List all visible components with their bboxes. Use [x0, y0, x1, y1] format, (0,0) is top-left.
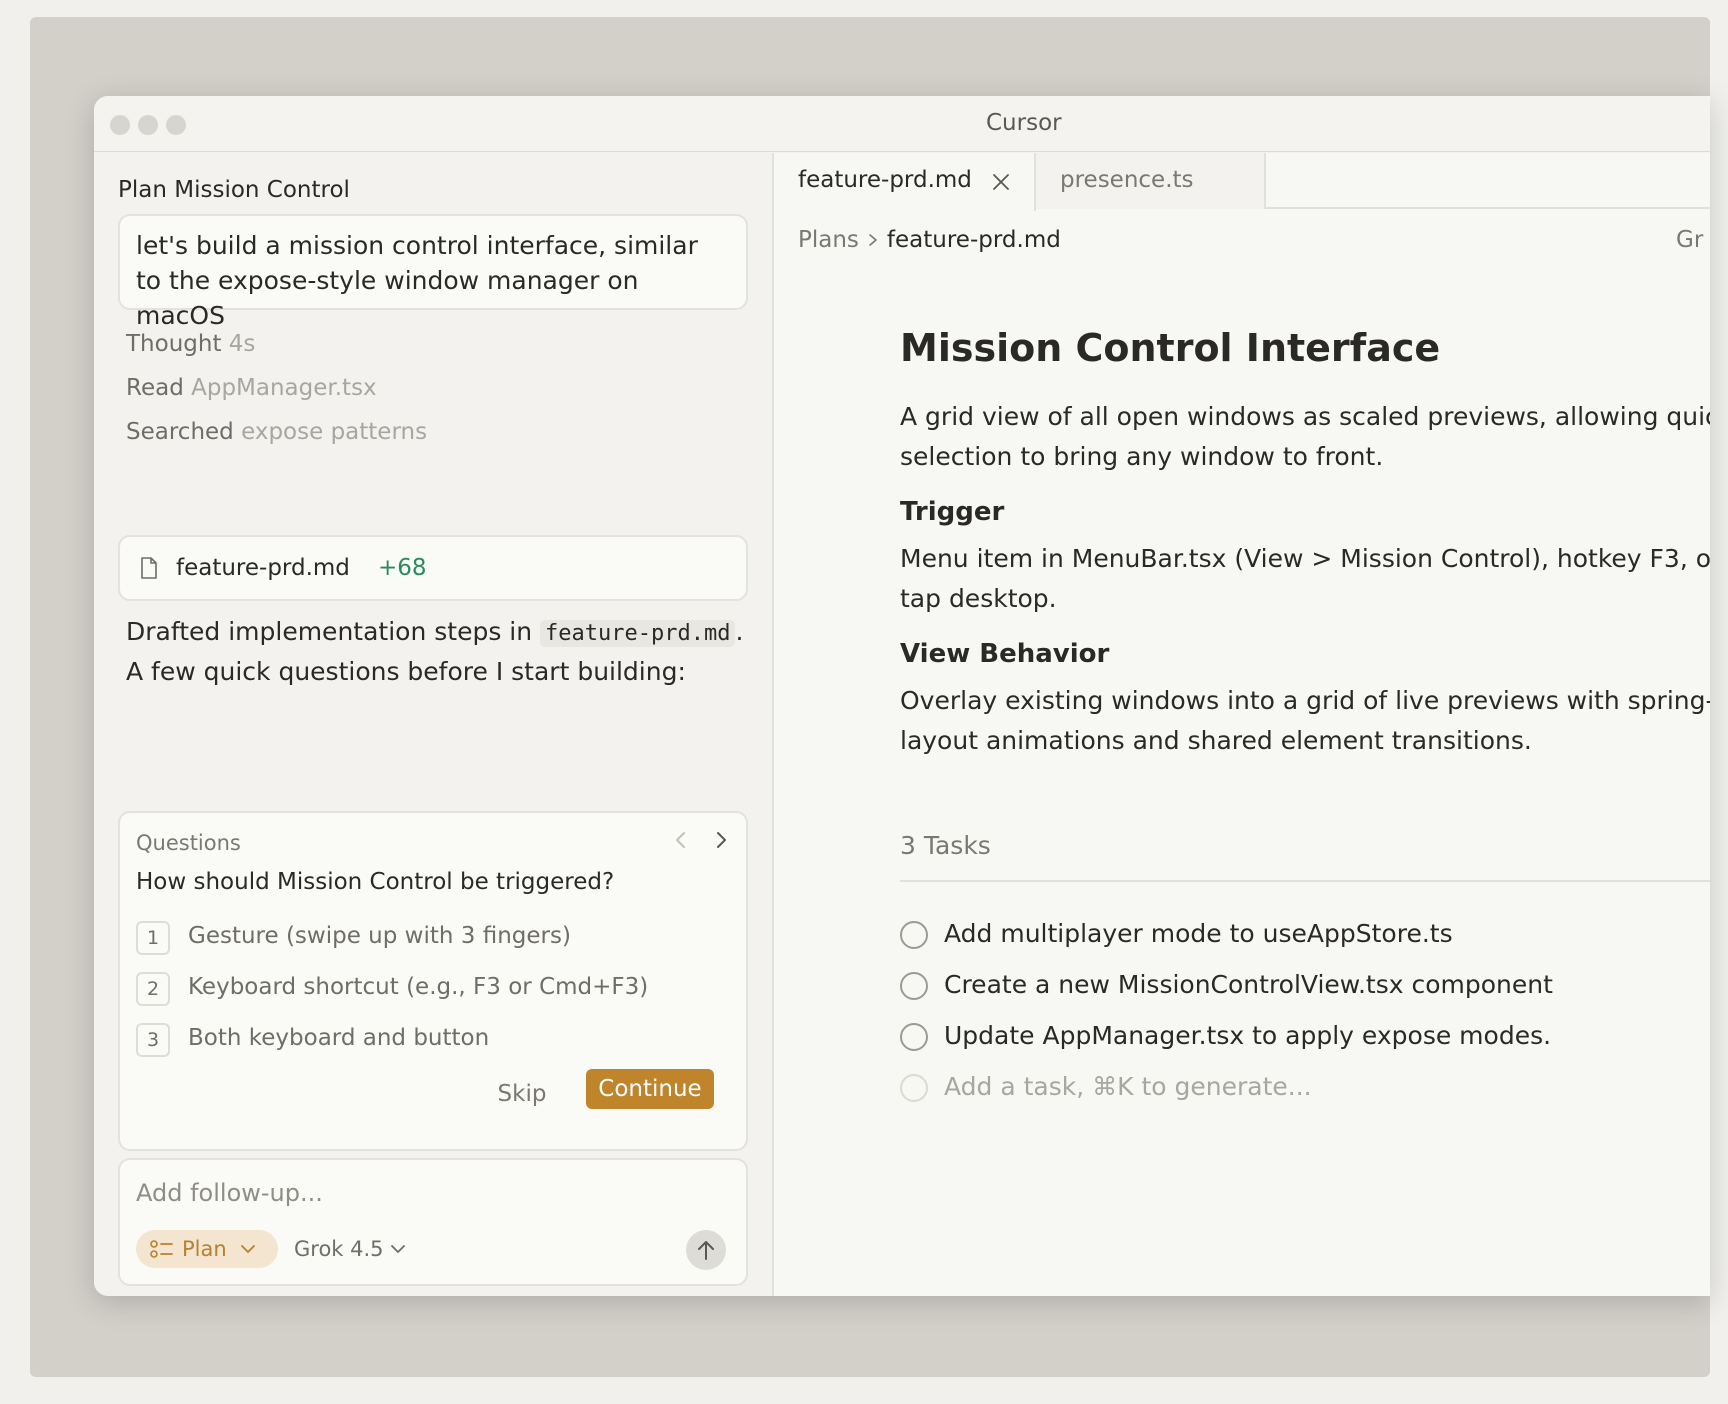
- window-minimize-control[interactable]: [138, 115, 158, 135]
- followup-input[interactable]: [136, 1176, 696, 1210]
- response-text-before: Drafted implementation steps in: [126, 617, 541, 646]
- questions-card: Questions How should Mission Control be …: [118, 811, 748, 1151]
- model-selector[interactable]: Grok 4.5: [294, 1230, 424, 1268]
- model-label: Grok 4.5: [294, 1237, 384, 1261]
- doc-section-body: Menu item in MenuBar.tsx (View > Mission…: [900, 544, 1710, 613]
- chevron-right-icon: [867, 233, 879, 247]
- app-window: Cursor Plan Mission Control let's build …: [94, 96, 1710, 1296]
- activity-verb: Thought: [126, 331, 222, 357]
- breadcrumb: Plans feature-prd.md: [798, 227, 1061, 253]
- activity-searched[interactable]: Searched expose patterns: [126, 419, 427, 445]
- chevron-right-icon[interactable]: [708, 827, 734, 853]
- task-checkbox: [900, 1074, 928, 1102]
- activity-thought: Thought 4s: [126, 331, 255, 357]
- questions-label: Questions: [136, 831, 241, 855]
- chevron-down-icon: [390, 1242, 406, 1256]
- option-label: Both keyboard and button: [188, 1025, 490, 1051]
- add-task-input[interactable]: Add a task, ⌘K to generate...: [900, 1072, 1710, 1106]
- breadcrumb-current[interactable]: feature-prd.md: [887, 227, 1061, 253]
- chevron-left-icon[interactable]: [668, 827, 694, 853]
- question-option[interactable]: 3 Both keyboard and button: [136, 1023, 736, 1059]
- option-number: 1: [136, 921, 170, 955]
- add-task-placeholder: Add a task, ⌘K to generate...: [944, 1072, 1312, 1101]
- tasks-count: 3 Tasks: [900, 831, 991, 860]
- composer: Plan Grok 4.5: [118, 1158, 748, 1286]
- doc-section-heading: Trigger: [900, 497, 1005, 527]
- tab-feature-prd[interactable]: feature-prd.md: [774, 153, 1036, 211]
- question-option[interactable]: 1 Gesture (swipe up with 3 fingers): [136, 921, 736, 957]
- chat-title: Plan Mission Control: [118, 177, 350, 203]
- file-chip-name: feature-prd.md: [176, 555, 350, 581]
- doc-section-body: Overlay existing windows into a grid of …: [900, 686, 1710, 755]
- editor-pane: feature-prd.md presence.ts Plans feature-…: [774, 153, 1710, 1296]
- chat-pane: Plan Mission Control let's build a missi…: [94, 153, 772, 1296]
- option-number: 3: [136, 1023, 170, 1057]
- question-option[interactable]: 2 Keyboard shortcut (e.g., F3 or Cmd+F3): [136, 972, 736, 1008]
- window-title: Cursor: [986, 110, 1062, 136]
- file-icon: [140, 557, 158, 579]
- task-label: Create a new MissionControlView.tsx comp…: [944, 970, 1553, 999]
- mode-selector[interactable]: Plan: [136, 1230, 278, 1268]
- option-label: Gesture (swipe up with 3 fingers): [188, 923, 571, 949]
- task-checkbox[interactable]: [900, 972, 928, 1000]
- tab-label: feature-prd.md: [798, 167, 972, 193]
- send-button[interactable]: [686, 1230, 726, 1270]
- breadcrumb-right-text[interactable]: Gr: [1676, 227, 1703, 253]
- task-checkbox[interactable]: [900, 921, 928, 949]
- window-close-control[interactable]: [110, 115, 130, 135]
- continue-button[interactable]: Continue: [586, 1069, 714, 1109]
- activity-verb: Read: [126, 375, 184, 401]
- task-item[interactable]: Add multiplayer mode to useAppStore.ts: [900, 919, 1710, 953]
- activity-verb: Searched: [126, 419, 234, 445]
- editor-tab-bar: feature-prd.md presence.ts: [774, 153, 1710, 211]
- task-checkbox[interactable]: [900, 1023, 928, 1051]
- tab-label: presence.ts: [1060, 167, 1194, 193]
- title-bar: Cursor: [94, 96, 1710, 152]
- question-text: How should Mission Control be triggered?: [136, 869, 615, 895]
- task-label: Update AppManager.tsx to apply expose mo…: [944, 1021, 1552, 1050]
- breadcrumb-root[interactable]: Plans: [798, 227, 859, 253]
- chevron-down-icon: [240, 1242, 256, 1256]
- option-number: 2: [136, 972, 170, 1006]
- mode-label: Plan: [182, 1237, 227, 1261]
- task-item[interactable]: Create a new MissionControlView.tsx comp…: [900, 970, 1710, 1004]
- doc-title: Mission Control Interface: [900, 326, 1441, 370]
- file-chip[interactable]: feature-prd.md +68: [118, 535, 748, 601]
- tasks-divider: [900, 880, 1710, 882]
- plan-list-icon: [150, 1239, 174, 1259]
- activity-detail: expose patterns: [241, 419, 428, 445]
- response-inline-code: feature-prd.md: [540, 620, 736, 647]
- tab-presence[interactable]: presence.ts: [1036, 153, 1266, 209]
- activity-read[interactable]: Read AppManager.tsx: [126, 375, 377, 401]
- window-zoom-control[interactable]: [166, 115, 186, 135]
- activity-detail: AppManager.tsx: [191, 375, 377, 401]
- assistant-response: Drafted implementation steps in feature-…: [126, 613, 746, 691]
- option-label: Keyboard shortcut (e.g., F3 or Cmd+F3): [188, 974, 649, 1000]
- task-item[interactable]: Update AppManager.tsx to apply expose mo…: [900, 1021, 1710, 1055]
- activity-detail: 4s: [228, 331, 256, 357]
- file-chip-diff: +68: [378, 555, 427, 581]
- doc-intro: A grid view of all open windows as scale…: [900, 402, 1710, 471]
- doc-section-heading: View Behavior: [900, 639, 1110, 669]
- user-message[interactable]: let's build a mission control interface,…: [118, 214, 748, 330]
- arrow-up-icon: [696, 1239, 716, 1261]
- close-icon[interactable]: [992, 173, 1010, 191]
- task-label: Add multiplayer mode to useAppStore.ts: [944, 919, 1453, 948]
- skip-button[interactable]: Skip: [492, 1075, 552, 1113]
